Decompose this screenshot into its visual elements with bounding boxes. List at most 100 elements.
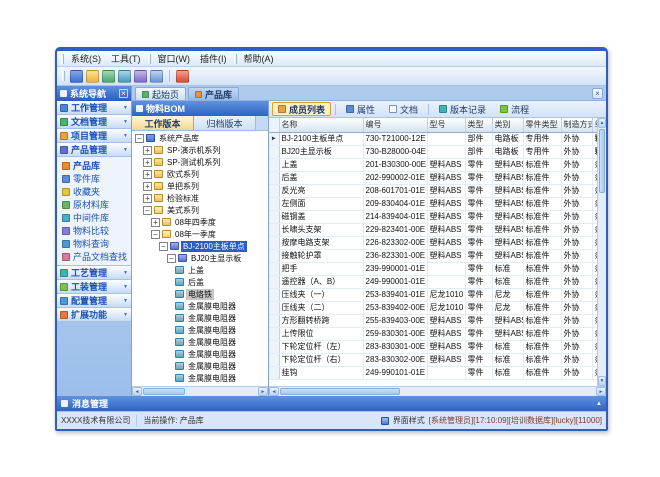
tree-node[interactable]: − 美式系列 <box>132 204 268 216</box>
table-row[interactable]: ►BJ-2100主板单点730-T21000-12E部件电路板专用件外协颗 <box>269 132 597 145</box>
content-tab[interactable]: 起始页 <box>135 87 186 100</box>
tree-toggle-icon[interactable]: + <box>143 158 152 167</box>
member-panel-tab[interactable]: 成员列表 <box>272 102 331 116</box>
scroll-right-icon[interactable]: ► <box>258 387 268 396</box>
tree-node[interactable]: + 08年四季度 <box>132 216 268 228</box>
table-row[interactable]: 按摩电路支架226-823302-00E塑料ABS零件塑料ABS标准件外协条 <box>269 236 597 249</box>
sidebar-item[interactable]: 零件库 <box>57 172 131 185</box>
close-tab-icon[interactable]: × <box>592 88 603 99</box>
column-header[interactable]: 名称 <box>279 118 363 132</box>
tree-toggle-icon[interactable]: + <box>143 182 152 191</box>
sidebar-item[interactable]: 产品库 <box>57 159 131 172</box>
sidebar-item[interactable]: 物料比较 <box>57 224 131 237</box>
menu-item[interactable]: 工具(T) <box>106 51 146 66</box>
tree-toggle-icon[interactable]: − <box>159 242 168 251</box>
report-icon[interactable] <box>134 70 147 83</box>
sidebar-section-header[interactable]: 工装管理 ▼ <box>57 280 131 294</box>
sidebar-item[interactable]: 中间件库 <box>57 211 131 224</box>
table-row[interactable]: 把手239-990001-01E零件标准标准件外协条 <box>269 262 597 275</box>
content-tab[interactable]: 产品库 <box>188 87 239 100</box>
table-row[interactable]: 压线夹（一）253-839401-01E尼龙1010零件尼龙标准件外协条 <box>269 288 597 301</box>
column-header[interactable]: 类型 <box>465 118 492 132</box>
scrollbar-thumb[interactable] <box>599 129 605 193</box>
bom-version-tab[interactable]: 工作版本 <box>132 116 194 130</box>
menu-item[interactable]: 帮助(A) <box>239 51 279 66</box>
table-row[interactable]: 后盖202-990002-01E塑料ABS零件塑料ABS标准件外协条 <box>269 171 597 184</box>
tree-node[interactable]: 金属膜电阻器 <box>132 300 268 312</box>
tree-toggle-icon[interactable]: − <box>143 206 152 215</box>
table-horizontal-scrollbar[interactable]: ◄ ► <box>269 386 606 396</box>
tree-node[interactable]: 电烙铁 <box>132 288 268 300</box>
member-panel-tab[interactable]: 文档 <box>383 102 424 116</box>
tree-toggle-icon[interactable]: − <box>135 134 144 143</box>
scroll-up-icon[interactable]: ▲ <box>598 118 606 128</box>
scroll-left-icon[interactable]: ◄ <box>132 387 142 396</box>
tree-node[interactable]: 金属膜电阻器 <box>132 336 268 348</box>
tree-toggle-icon[interactable]: + <box>143 170 152 179</box>
tree-node[interactable]: − BJ20主显示板 <box>132 252 268 264</box>
sidebar-section-header[interactable]: 文档管理 ▼ <box>57 115 131 129</box>
member-panel-tab[interactable]: 属性 <box>340 102 381 116</box>
menubar-grip[interactable] <box>61 54 64 64</box>
scrollbar-thumb[interactable] <box>280 388 400 395</box>
table-row[interactable]: 接触轮护罩236-823301-00E塑料ABS零件塑料ABS标准件外协条 <box>269 249 597 262</box>
table-row[interactable]: 反光亮208-601701-01E塑料ABS零件塑料ABS标准件外协条 <box>269 184 597 197</box>
tree-node[interactable]: − BJ-2100主板单点 <box>132 240 268 252</box>
menu-item[interactable]: 插件(I) <box>195 51 232 66</box>
tree-node[interactable]: 后盖 <box>132 276 268 288</box>
favorites-icon[interactable] <box>86 70 99 83</box>
ui-style-label[interactable]: 界面样式 <box>393 415 425 426</box>
table-row[interactable]: 左侧面209-830404-01E塑料ABS零件塑料ABS标准件外协条 <box>269 197 597 210</box>
tree-node[interactable]: + 欧式系列 <box>132 168 268 180</box>
table-row[interactable]: 方形翻转桥跨255-839403-00E塑料ABS零件塑料ABS标准件外协条 <box>269 314 597 327</box>
tree-toggle-icon[interactable]: + <box>151 218 160 227</box>
tree-node[interactable]: 金属膜电阻器 <box>132 348 268 360</box>
table-row[interactable]: 下轮定位杆（右）283-830302-00E塑料ABS零件标准标准件外协条 <box>269 353 597 366</box>
tree-horizontal-scrollbar[interactable]: ◄ ► <box>132 386 268 396</box>
table-row[interactable]: BJ20主显示板730-B28000-04E部件电路板专用件外协颗 <box>269 145 597 158</box>
sidebar-item[interactable]: 物料查询 <box>57 237 131 250</box>
scroll-left-icon[interactable]: ◄ <box>269 387 279 396</box>
scrollbar-thumb[interactable] <box>143 388 185 395</box>
menu-item[interactable]: 系统(S) <box>66 51 106 66</box>
tree-node[interactable]: − 08年一季度 <box>132 228 268 240</box>
sidebar-section-header[interactable]: 配置管理 ▼ <box>57 294 131 308</box>
member-panel-tab[interactable]: 版本记录 <box>433 102 492 116</box>
column-header[interactable]: 编号 <box>363 118 427 132</box>
table-row[interactable]: 上盖201-B30300-00E塑料ABS零件塑料ABS标准件外协条 <box>269 158 597 171</box>
table-row[interactable]: 下轮定位杆（左）283-830301-00E塑料ABS零件标准标准件外协条 <box>269 340 597 353</box>
member-panel-tab[interactable]: 流程 <box>494 102 535 116</box>
column-header[interactable]: 制造方式 <box>561 118 592 132</box>
refresh-icon[interactable] <box>118 70 131 83</box>
toolbar-grip[interactable] <box>62 71 65 81</box>
tree-node[interactable]: 上盖 <box>132 264 268 276</box>
tree-node[interactable]: 金属膜电阻器 <box>132 312 268 324</box>
scroll-down-icon[interactable]: ▼ <box>598 376 606 386</box>
close-sidebar-icon[interactable]: × <box>119 89 128 98</box>
tree-node[interactable]: + SP-演示机系列 <box>132 144 268 156</box>
search-icon[interactable] <box>102 70 115 83</box>
column-header[interactable]: 零件类型 <box>523 118 561 132</box>
sidebar-section-header[interactable]: 工作管理 ▼ <box>57 101 131 115</box>
exit-icon[interactable] <box>176 70 189 83</box>
tree-node[interactable]: − 系统产品库 <box>132 132 268 144</box>
column-header[interactable]: 类别 <box>492 118 523 132</box>
sidebar-section-header[interactable]: 工艺管理 ▼ <box>57 266 131 280</box>
table-row[interactable]: 遥控器（A、B）249-990001-01E零件标准标准件外协条 <box>269 275 597 288</box>
tree-node[interactable]: + 检验标准 <box>132 192 268 204</box>
menu-item[interactable]: 窗口(W) <box>153 51 196 66</box>
tree-toggle-icon[interactable]: − <box>151 230 160 239</box>
tree-node[interactable]: 金属膜电阻器 <box>132 360 268 372</box>
sidebar-item[interactable]: 产品文档查找 <box>57 250 131 263</box>
table-row[interactable]: 长啸头支架229-823401-00E塑料ABS零件塑料ABS标准件外协条 <box>269 223 597 236</box>
column-header[interactable]: 型号 <box>427 118 465 132</box>
sidebar-section-header[interactable]: 产品管理 ▼ <box>57 143 131 157</box>
sidebar-item[interactable]: 收藏夹 <box>57 185 131 198</box>
table-row[interactable]: 磁钢盖214-839404-01E塑料ABS零件塑料ABS标准件外协条 <box>269 210 597 223</box>
tree-toggle-icon[interactable]: − <box>167 254 176 263</box>
window-icon[interactable] <box>150 70 163 83</box>
sidebar-section-header[interactable]: 项目管理 ▼ <box>57 129 131 143</box>
message-panel-header[interactable]: 消息管理 ▲ <box>57 396 606 411</box>
app-icon[interactable] <box>70 70 83 83</box>
tree-node[interactable]: + SP-测试机系列 <box>132 156 268 168</box>
